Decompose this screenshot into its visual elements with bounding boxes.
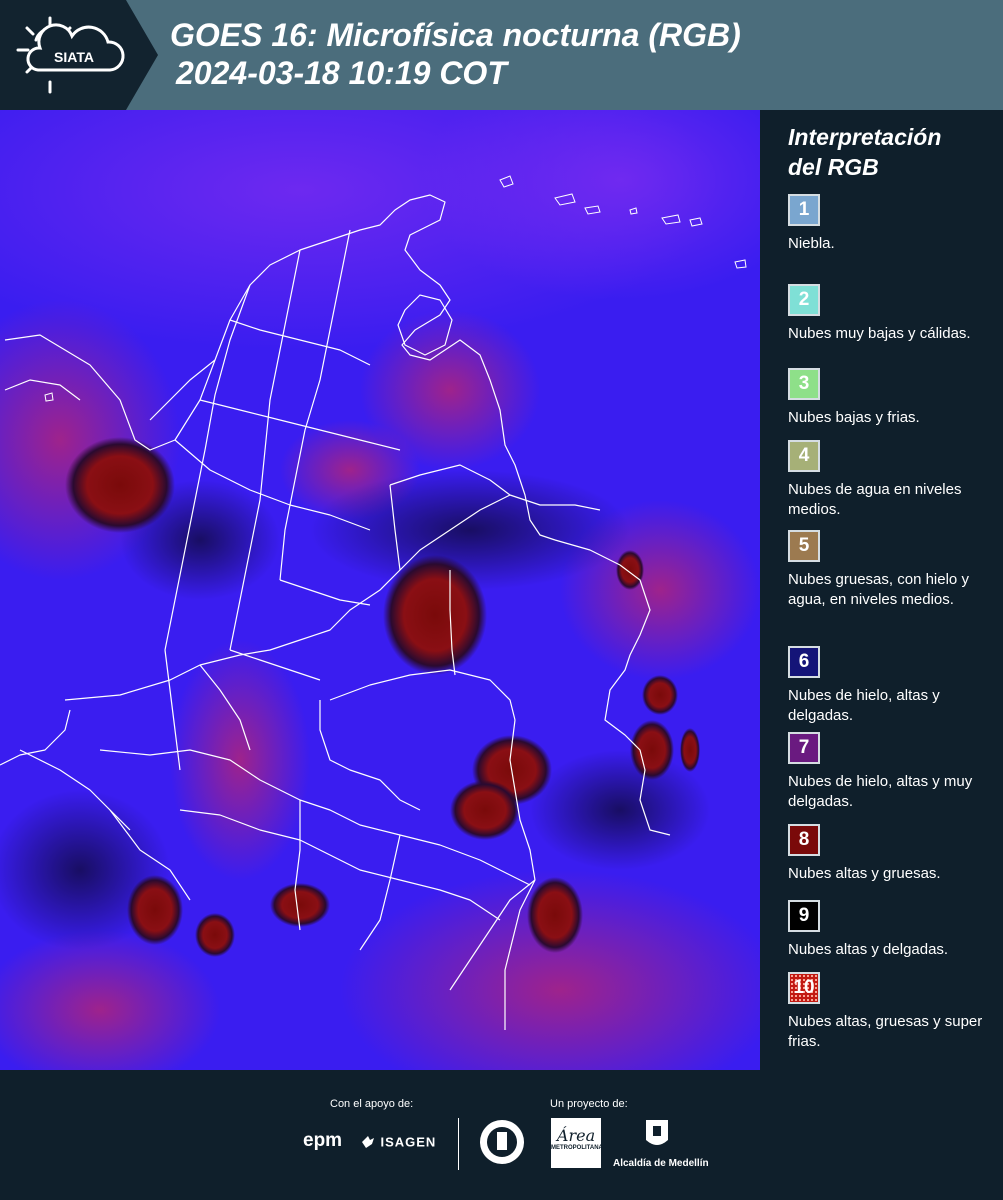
university-seal-logo xyxy=(478,1118,526,1171)
high-thick-cloud-area xyxy=(127,875,183,945)
high-thick-cloud-area xyxy=(642,675,678,715)
legend-item: 10 Nubes altas, gruesas y super frias. xyxy=(788,972,988,1052)
legend-swatch: 2 xyxy=(788,284,820,316)
legend-label: Niebla. xyxy=(788,235,835,252)
high-thick-cloud-area xyxy=(383,555,487,675)
siata-brand-text: SIATA xyxy=(54,49,94,65)
legend-item: 3 Nubes bajas y frias. xyxy=(788,368,988,428)
high-thick-cloud-area xyxy=(616,550,644,590)
epm-logo: epm xyxy=(303,1130,342,1152)
satellite-map xyxy=(0,110,760,1070)
footer: Con el apoyo de: Un proyecto de: epm ISA… xyxy=(0,1070,1003,1200)
legend-swatch: 3 xyxy=(788,368,820,400)
isagen-logo: ISAGEN xyxy=(360,1133,436,1151)
project-caption: Un proyecto de: xyxy=(550,1098,628,1110)
high-thick-cloud-area xyxy=(270,883,330,927)
legend-swatch: 8 xyxy=(788,824,820,856)
legend-label: Nubes gruesas, con hielo y agua, en nive… xyxy=(788,571,969,608)
area-logo-subtext: METROPOLITANA xyxy=(551,1145,603,1151)
high-thick-cloud-area xyxy=(65,437,175,533)
legend-title-line1: Interpretación xyxy=(788,124,942,150)
high-thick-cloud-area xyxy=(630,720,674,780)
legend-swatch: 7 xyxy=(788,732,820,764)
legend-title: Interpretación del RGB xyxy=(788,122,941,182)
siata-logo: SIATA xyxy=(0,0,158,110)
legend-label: Nubes altas, gruesas y super frias. xyxy=(788,1013,983,1050)
legend-label: Nubes altas y gruesas. xyxy=(788,865,941,882)
legend-item: 2 Nubes muy bajas y cálidas. xyxy=(788,284,988,344)
legend-label: Nubes de hielo, altas y muy delgadas. xyxy=(788,773,973,810)
alcaldia-shield-logo xyxy=(644,1118,670,1157)
legend-item: 9 Nubes altas y delgadas. xyxy=(788,900,988,960)
area-logo-text: Área xyxy=(556,1126,596,1145)
legend-label: Nubes de agua en niveles medios. xyxy=(788,481,962,518)
area-metropolitana-logo: Área METROPOLITANA xyxy=(551,1118,603,1168)
legend-swatch: 6 xyxy=(788,646,820,678)
legend-item: 4 Nubes de agua en niveles medios. xyxy=(788,440,988,520)
legend-label: Nubes de hielo, altas y delgadas. xyxy=(788,687,940,724)
high-thick-cloud-area xyxy=(527,877,583,953)
rgb-legend: Interpretación del RGB 1 Niebla. 2 Nubes mu… xyxy=(770,110,1003,1070)
page-title: GOES 16: Microfísica nocturna (RGB) 2024… xyxy=(170,16,741,92)
legend-label: Nubes bajas y frias. xyxy=(788,409,920,426)
high-thin-cloud-area xyxy=(530,750,710,870)
legend-item: 8 Nubes altas y gruesas. xyxy=(788,824,988,884)
legend-item: 5 Nubes gruesas, con hielo y agua, en niv… xyxy=(788,530,988,610)
title-timestamp: 2024-03-18 10:19 COT xyxy=(176,55,507,91)
legend-title-line2: del RGB xyxy=(788,154,879,180)
alcaldia-text: Alcaldía de Medellín xyxy=(613,1158,709,1169)
legend-swatch: 5 xyxy=(788,530,820,562)
legend-swatch: 4 xyxy=(788,440,820,472)
legend-swatch: 10 xyxy=(788,972,820,1004)
isagen-mark-icon xyxy=(362,1135,374,1148)
legend-item: 6 Nubes de hielo, altas y delgadas. xyxy=(788,646,988,726)
legend-label: Nubes altas y delgadas. xyxy=(788,941,949,958)
isagen-logo-text: ISAGEN xyxy=(380,1134,437,1150)
support-caption: Con el apoyo de: xyxy=(330,1098,414,1110)
university-seal-icon xyxy=(480,1120,524,1164)
footer-divider xyxy=(458,1118,459,1170)
high-thin-ice-cloud-area xyxy=(170,640,310,880)
legend-item: 7 Nubes de hielo, altas y muy delgadas. xyxy=(788,732,988,812)
legend-swatch: 9 xyxy=(788,900,820,932)
alcaldia-shield-icon xyxy=(646,1120,668,1145)
title-product: GOES 16: Microfísica nocturna (RGB) xyxy=(170,17,741,53)
high-thick-cloud-area xyxy=(680,728,700,772)
legend-item: 1 Niebla. xyxy=(788,194,988,254)
legend-label: Nubes muy bajas y cálidas. xyxy=(788,325,971,342)
header-bar: SIATA GOES 16: Microfísica nocturna (RGB… xyxy=(0,0,1003,110)
high-thick-cloud-area xyxy=(195,913,235,957)
high-thick-cloud-area xyxy=(450,780,520,840)
legend-swatch: 1 xyxy=(788,194,820,226)
epm-logo-text: epm xyxy=(303,1130,343,1151)
